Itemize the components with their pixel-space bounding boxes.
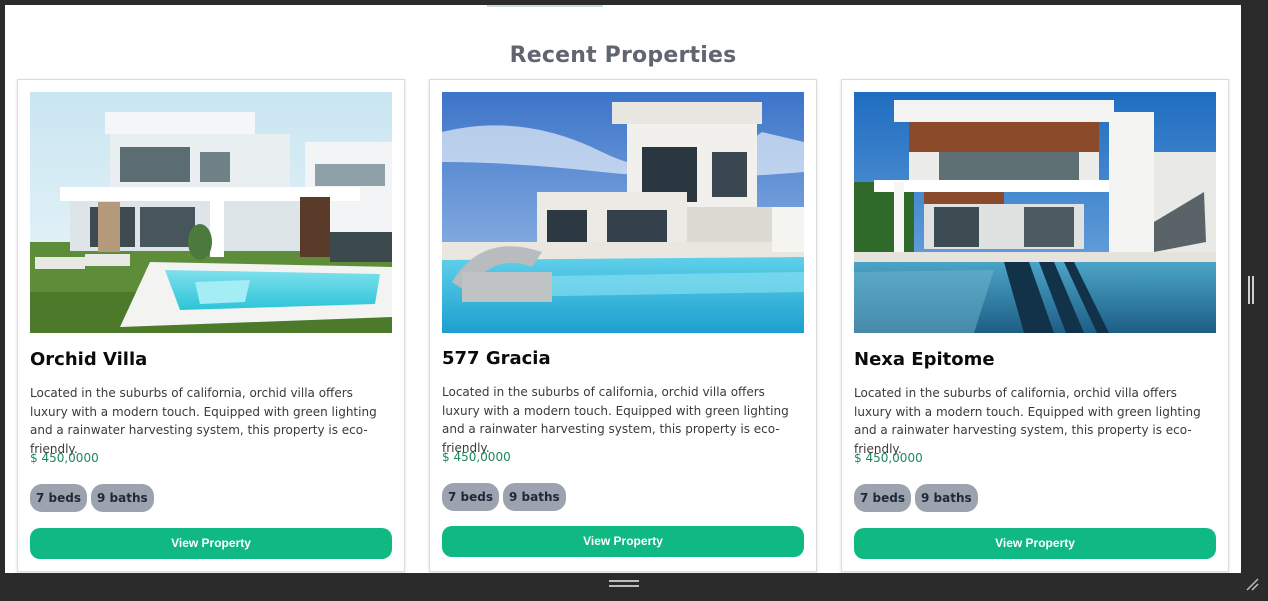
- property-card: Nexa Epitome Located in the suburbs of c…: [841, 79, 1229, 572]
- view-property-button[interactable]: View Property: [30, 528, 392, 559]
- page-viewport: Recent Properties Orchid Villa Located i…: [5, 5, 1241, 573]
- beds-badge: 7 beds: [30, 484, 87, 512]
- bottom-resize-grip[interactable]: [609, 580, 639, 587]
- property-tags: 7 beds 9 baths: [442, 483, 566, 511]
- property-cards: Orchid Villa Located in the suburbs of c…: [5, 5, 1241, 573]
- property-card: 577 Gracia Located in the suburbs of cal…: [429, 79, 817, 572]
- property-price: $ 450,0000: [30, 451, 99, 465]
- property-description: Located in the suburbs of california, or…: [442, 385, 789, 455]
- property-photo: [442, 92, 804, 333]
- property-description: Located in the suburbs of california, or…: [854, 386, 1201, 456]
- property-photo: [30, 92, 392, 333]
- beds-badge: 7 beds: [854, 484, 911, 512]
- property-tags: 7 beds 9 baths: [30, 484, 154, 512]
- beds-badge: 7 beds: [442, 483, 499, 511]
- property-tags: 7 beds 9 baths: [854, 484, 978, 512]
- baths-badge: 9 baths: [503, 483, 566, 511]
- property-card: Orchid Villa Located in the suburbs of c…: [17, 79, 405, 572]
- baths-badge: 9 baths: [915, 484, 978, 512]
- property-name: Orchid Villa: [30, 349, 148, 370]
- property-price: $ 450,0000: [442, 450, 511, 464]
- property-photo: [854, 92, 1216, 333]
- resize-corner-icon[interactable]: [1244, 576, 1260, 592]
- view-property-button[interactable]: View Property: [854, 528, 1216, 559]
- property-name: Nexa Epitome: [854, 349, 995, 370]
- property-name: 577 Gracia: [442, 348, 551, 369]
- baths-badge: 9 baths: [91, 484, 154, 512]
- property-description: Located in the suburbs of california, or…: [30, 386, 377, 456]
- property-price: $ 450,0000: [854, 451, 923, 465]
- view-property-button[interactable]: View Property: [442, 526, 804, 557]
- pane-resize-handle[interactable]: [1248, 276, 1254, 304]
